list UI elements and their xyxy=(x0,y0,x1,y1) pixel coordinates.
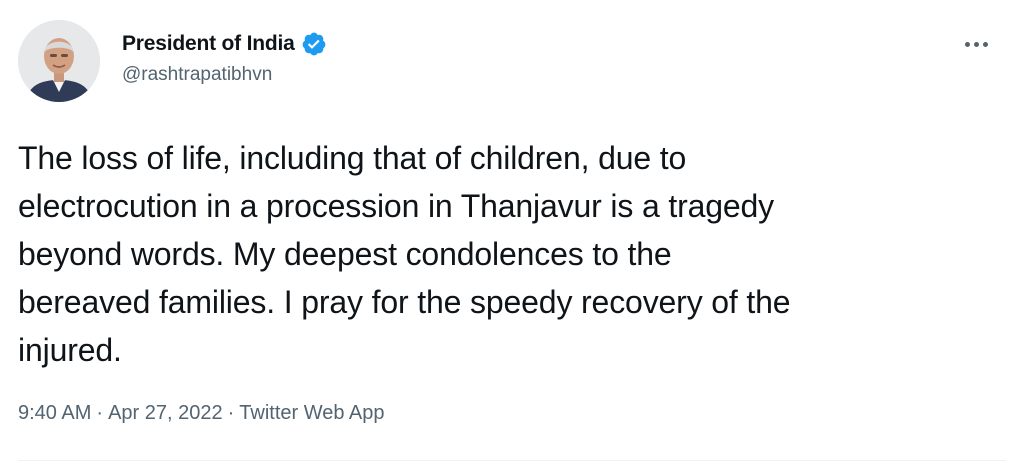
tweet-date-link[interactable]: Apr 27, 2022 xyxy=(108,402,223,424)
divider xyxy=(18,460,1006,461)
avatar-image xyxy=(18,20,100,102)
more-dot-icon xyxy=(964,41,970,47)
tweet-metadata: 9:40 AM · Apr 27, 2022 · Twitter Web App xyxy=(18,402,385,425)
tweet-source-link[interactable]: Twitter Web App xyxy=(239,402,384,424)
more-options-button[interactable] xyxy=(953,26,999,62)
more-dot-icon xyxy=(973,41,979,47)
verified-badge-icon xyxy=(301,31,327,57)
more-dot-icon xyxy=(982,41,988,47)
author-name-row: President of India xyxy=(122,29,327,59)
meta-separator: · xyxy=(227,402,235,424)
tweet-card: President of India @rashtrapatibhvn The … xyxy=(0,0,1024,470)
author-name[interactable]: President of India xyxy=(122,32,295,56)
meta-separator: · xyxy=(96,402,104,424)
author-avatar[interactable] xyxy=(18,20,100,102)
tweet-text: The loss of life, including that of chil… xyxy=(18,140,791,368)
author-handle[interactable]: @rashtrapatibhvn xyxy=(122,64,272,86)
tweet-time-link[interactable]: 9:40 AM xyxy=(18,402,91,424)
